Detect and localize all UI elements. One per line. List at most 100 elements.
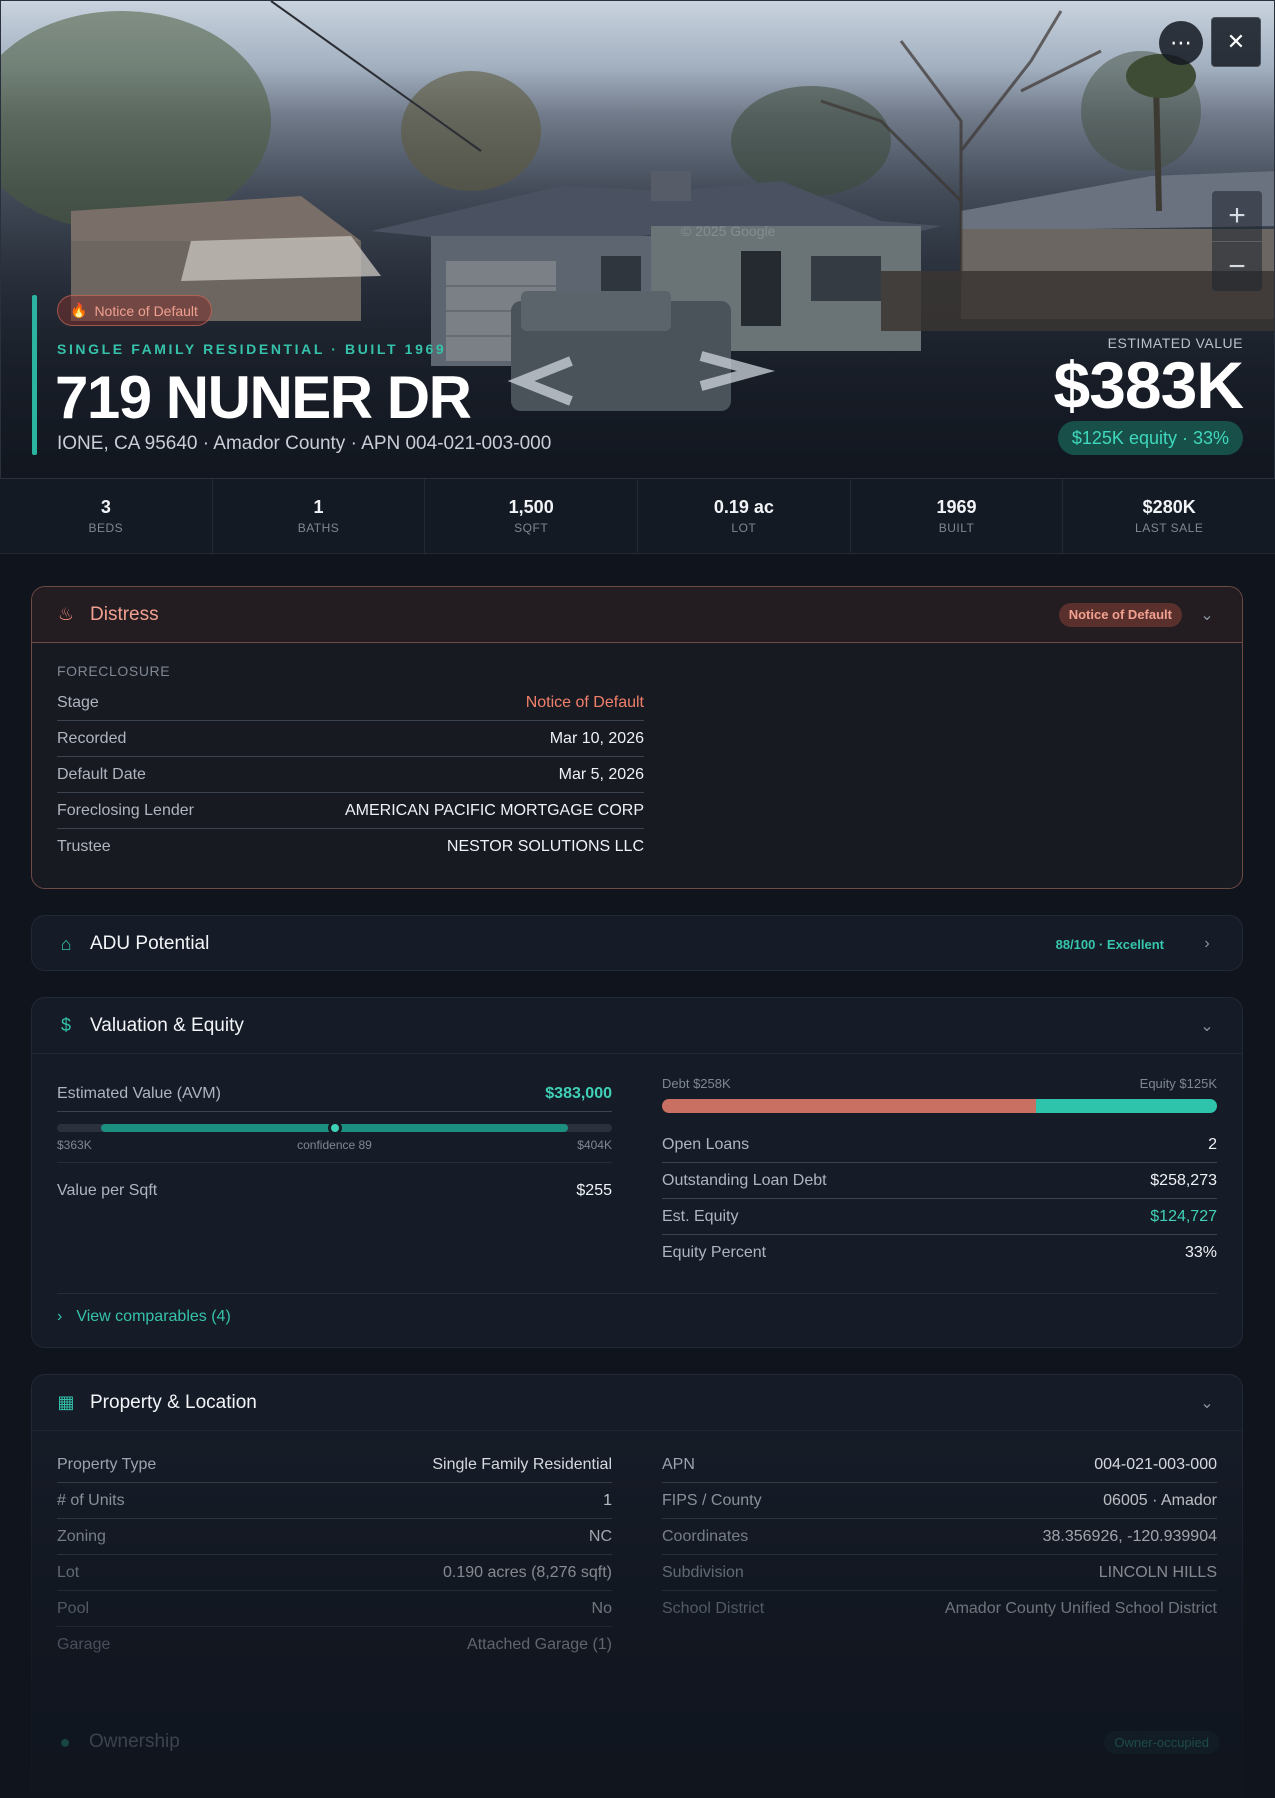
distress-title: Distress	[90, 603, 159, 625]
image-watermark: © 2025 Google	[681, 223, 776, 239]
foreclosure-section: FORECLOSURE Stage Notice of Default Reco…	[32, 643, 669, 865]
property-type-subline: SINGLE FAMILY RESIDENTIAL · BUILT 1969	[57, 341, 447, 357]
ellipsis-icon: ⋯	[1170, 30, 1192, 55]
stat-last-sale: $280K LAST SALE	[1063, 479, 1275, 553]
kv-row-coordinates: Coordinates 38.356926, -120.939904	[662, 1519, 1217, 1555]
close-icon: ✕	[1226, 29, 1246, 54]
avm-value: $383,000	[545, 1084, 612, 1102]
equity-pill: $125K equity · 33%	[1057, 421, 1243, 455]
kv-row-foreclosing-lender: Foreclosing Lender AMERICAN PACIFIC MORT…	[57, 793, 644, 829]
kv-key: Coordinates	[662, 1527, 749, 1545]
stat-lot: 0.19 ac LOT	[638, 479, 851, 553]
kv-key: APN	[662, 1455, 695, 1473]
kv-key: Garage	[57, 1636, 111, 1653]
kv-key: Equity Percent	[662, 1244, 767, 1261]
chevron-down-icon[interactable]: ⌄	[1196, 1393, 1218, 1413]
hero-street-view[interactable]: © 2025 Google 🔥 Notice of Default SINGLE…	[0, 0, 1275, 479]
foreclosure-caption: FORECLOSURE	[57, 663, 171, 679]
ownership-title: Ownership	[89, 1731, 180, 1752]
debt-label: Debt $258K	[662, 1076, 731, 1091]
kv-value: $255	[576, 1182, 612, 1199]
kv-key: Pool	[57, 1599, 90, 1617]
kv-row-property-type: Property Type Single Family Residential	[57, 1447, 612, 1483]
adu-card-header[interactable]: ⌂ ADU Potential 88/100 · Excellent ›	[32, 916, 1242, 970]
chevron-down-icon[interactable]: ⌄	[1196, 1016, 1218, 1036]
kv-key: # of Units	[57, 1491, 125, 1509]
stat-value: 3	[100, 497, 111, 517]
avm-row: Estimated Value (AVM) $383,000	[57, 1076, 612, 1112]
value-per-sqft-row: Value per Sqft $255	[57, 1173, 612, 1209]
flame-icon: 🔥	[70, 302, 88, 318]
property-left-column: Property Type Single Family Residential …	[57, 1447, 612, 1663]
avm-low: $363K	[57, 1138, 92, 1152]
stat-label: LOT	[731, 521, 757, 535]
avm-column: Estimated Value (AVM) $383,000 $363K con…	[57, 1076, 612, 1271]
chevron-down-icon[interactable]: ⌄	[1196, 605, 1218, 625]
estimated-value: $383K	[1053, 348, 1244, 422]
stat-built: 1969 BUILT	[851, 479, 1064, 553]
kv-value: Notice of Default	[525, 693, 644, 711]
stat-label: BATHS	[297, 521, 340, 535]
building-icon: ▦	[57, 1392, 75, 1412]
chevron-right-icon[interactable]: ›	[1196, 935, 1218, 953]
kv-key: Outstanding Loan Debt	[662, 1171, 827, 1189]
stat-label: LAST SALE	[1135, 521, 1204, 535]
kv-value: $124,727	[1150, 1207, 1217, 1225]
avm-confidence: confidence 89	[297, 1138, 372, 1152]
stat-label: BEDS	[88, 521, 124, 535]
debt-equity-column: Debt $258K Equity $125K Open Loans 2 Out…	[662, 1076, 1217, 1271]
kv-value: NESTOR SOLUTIONS LLC	[446, 838, 644, 855]
kv-value: 1	[603, 1491, 612, 1509]
kv-value: Mar 5, 2026	[558, 765, 644, 783]
location-line: IONE, CA 95640 · Amador County · APN 004…	[57, 433, 552, 454]
stat-label: SQFT	[514, 521, 549, 535]
distress-card-header[interactable]: ♨ Distress Notice of Default ⌄	[32, 587, 1242, 643]
view-comparables-link[interactable]: › View comparables (4)	[57, 1308, 1217, 1326]
kv-row-equity-percent: Equity Percent 33%	[662, 1235, 1217, 1271]
kv-key: Zoning	[57, 1527, 106, 1545]
kv-value: Single Family Residential	[432, 1455, 612, 1473]
kv-row-apn: APN 004-021-003-000	[662, 1447, 1217, 1483]
occupancy-badge: Owner-occupied	[1104, 1730, 1219, 1754]
notice-of-default-badge: 🔥 Notice of Default	[57, 295, 212, 326]
kv-key: Open Loans	[662, 1135, 750, 1153]
badge-label: Notice of Default	[94, 302, 198, 319]
ownership-card-header[interactable]: ● Ownership Owner-occupied	[31, 1714, 1243, 1770]
kv-row-units: # of Units 1	[57, 1483, 612, 1519]
kv-value: 0.190 acres (8,276 sqft)	[443, 1563, 612, 1581]
distress-card: ♨ Distress Notice of Default ⌄ FORECLOSU…	[31, 586, 1243, 889]
close-button[interactable]: ✕	[1211, 17, 1261, 67]
adu-title: ADU Potential	[90, 933, 210, 954]
more-options-button[interactable]: ⋯	[1159, 21, 1203, 65]
debt-equity-labels: Debt $258K Equity $125K	[662, 1076, 1217, 1091]
dollar-icon: $	[60, 1015, 71, 1035]
equity-segment	[1036, 1099, 1217, 1113]
stat-value: 1969	[936, 497, 977, 517]
stat-beds: 3 BEDS	[0, 479, 213, 553]
property-card-header[interactable]: ▦ Property & Location ⌄	[32, 1375, 1242, 1431]
kv-key: Default Date	[57, 765, 146, 783]
avm-confidence-range-bar	[57, 1121, 612, 1135]
flame-icon: ♨	[57, 604, 75, 624]
debt-equity-bar	[662, 1099, 1217, 1113]
zoom-in-button[interactable]: +	[1212, 191, 1262, 241]
valuation-card-header[interactable]: $ Valuation & Equity ⌄	[32, 998, 1242, 1054]
kv-value: Attached Garage (1)	[467, 1636, 612, 1653]
kv-row-trustee: Trustee NESTOR SOLUTIONS LLC	[57, 829, 644, 865]
street-view-zoom-controls: + −	[1212, 191, 1262, 291]
kv-value: LINCOLN HILLS	[1098, 1563, 1217, 1581]
kv-key: Value per Sqft	[57, 1182, 158, 1199]
property-address: 719 NUNER DR	[55, 364, 472, 431]
kv-value: AMERICAN PACIFIC MORTGAGE CORP	[345, 801, 644, 819]
kv-value: $258,273	[1150, 1171, 1217, 1189]
zoom-out-button[interactable]: −	[1212, 241, 1262, 291]
adu-potential-card[interactable]: ⌂ ADU Potential 88/100 · Excellent ›	[31, 915, 1243, 971]
avm-label: Estimated Value (AVM)	[57, 1084, 221, 1102]
hero-accent-bar	[32, 295, 37, 455]
kv-row-subdivision: Subdivision LINCOLN HILLS	[662, 1555, 1217, 1591]
stat-value: $280K	[1142, 497, 1196, 517]
kv-value: 33%	[1184, 1244, 1217, 1261]
kv-row-open-loans: Open Loans 2	[662, 1127, 1217, 1163]
stat-baths: 1 BATHS	[213, 479, 426, 553]
avm-high: $404K	[577, 1138, 612, 1152]
